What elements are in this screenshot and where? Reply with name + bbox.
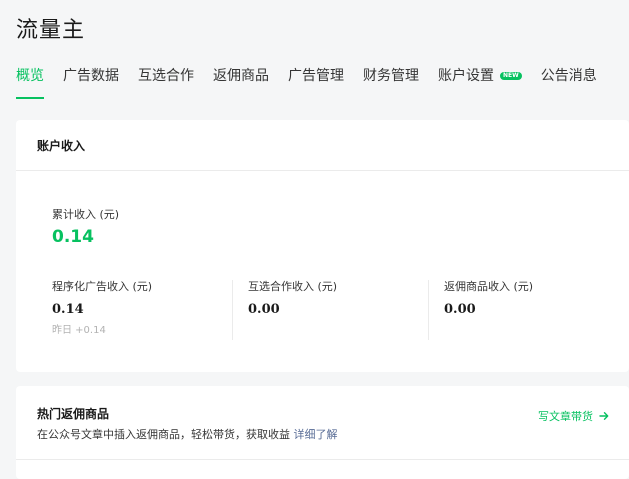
tab-label: 财务管理 bbox=[363, 68, 419, 84]
top-nav-tabs: 概览 广告数据 互选合作 返佣商品 广告管理 财务管理 账户设置 NEW 公告消… bbox=[16, 62, 616, 99]
income-card-header: 账户收入 bbox=[16, 120, 629, 171]
total-income-value: 0.14 bbox=[52, 227, 94, 247]
tab-finance[interactable]: 财务管理 bbox=[363, 62, 419, 90]
tab-label: 公告消息 bbox=[540, 68, 597, 84]
tab-label: 返佣商品 bbox=[213, 68, 269, 84]
income-item-label: 程序化广告收入 (元) bbox=[52, 280, 153, 293]
tab-label: 概览 bbox=[16, 68, 44, 84]
hot-products-description: 在公众号文章中插入返佣商品，轻松带货，获取收益 详细了解 bbox=[37, 426, 338, 442]
hot-products-card: 热门返佣商品 在公众号文章中插入返佣商品，轻松带货，获取收益 详细了解 写文章带… bbox=[16, 386, 629, 479]
programmatic-ad-income: 程序化广告收入 (元) 0.14 昨日 +0.14 bbox=[52, 280, 232, 340]
income-item-value: 0.00 bbox=[444, 302, 476, 317]
commission-product-income: 返佣商品收入 (元) 0.00 bbox=[428, 280, 624, 340]
income-card: 账户收入 累计收入 (元) 0.14 程序化广告收入 (元) 0.14 昨日 +… bbox=[16, 120, 629, 372]
mutual-cooperation-income: 互选合作收入 (元) 0.00 bbox=[232, 280, 428, 340]
tab-label: 广告管理 bbox=[288, 68, 344, 84]
app-title: 流量主 bbox=[16, 18, 86, 43]
write-article-label: 写文章带货 bbox=[538, 410, 593, 423]
tab-commission-products[interactable]: 返佣商品 bbox=[213, 62, 269, 90]
income-item-label: 返佣商品收入 (元) bbox=[444, 280, 534, 293]
income-item-label: 互选合作收入 (元) bbox=[248, 280, 338, 293]
income-item-value: 0.14 bbox=[52, 302, 84, 317]
tab-account-settings[interactable]: 账户设置 NEW bbox=[438, 62, 522, 90]
tab-label: 账户设置 bbox=[438, 68, 494, 84]
learn-more-link[interactable]: 详细了解 bbox=[294, 428, 338, 441]
hot-products-desc-text: 在公众号文章中插入返佣商品，轻松带货，获取收益 bbox=[37, 428, 294, 441]
new-badge: NEW bbox=[500, 72, 522, 80]
total-income-label: 累计收入 (元) bbox=[52, 208, 120, 221]
write-article-button[interactable]: 写文章带货 bbox=[538, 408, 609, 424]
income-breakdown: 程序化广告收入 (元) 0.14 昨日 +0.14 互选合作收入 (元) 0.0… bbox=[52, 280, 624, 340]
tab-announcements[interactable]: 公告消息 bbox=[541, 62, 597, 90]
tab-mutual-cooperation[interactable]: 互选合作 bbox=[138, 62, 194, 90]
tab-label: 互选合作 bbox=[138, 68, 194, 84]
tab-ad-data[interactable]: 广告数据 bbox=[63, 62, 119, 90]
income-card-title: 账户收入 bbox=[37, 138, 86, 153]
hot-products-title: 热门返佣商品 bbox=[37, 407, 110, 421]
income-item-value: 0.00 bbox=[248, 302, 280, 317]
income-item-yesterday: 昨日 +0.14 bbox=[52, 325, 106, 336]
tab-ad-management[interactable]: 广告管理 bbox=[288, 62, 344, 90]
arrow-right-icon bbox=[599, 412, 609, 420]
tab-label: 广告数据 bbox=[63, 68, 119, 84]
page: 流量主 概览 广告数据 互选合作 返佣商品 广告管理 财务管理 账户设置 NEW… bbox=[0, 0, 629, 479]
hot-products-header: 热门返佣商品 在公众号文章中插入返佣商品，轻松带货，获取收益 详细了解 写文章带… bbox=[16, 386, 629, 460]
tab-overview[interactable]: 概览 bbox=[16, 62, 44, 99]
